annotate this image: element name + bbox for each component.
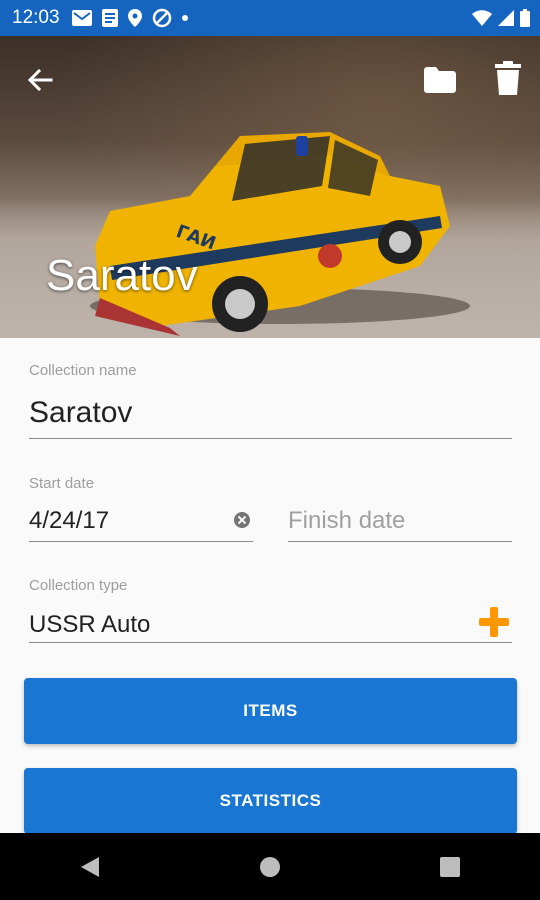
back-icon[interactable] (79, 855, 101, 879)
folder-icon (424, 67, 456, 93)
gmail-icon (71, 10, 92, 26)
finish-date-input[interactable]: Finish date (288, 507, 405, 535)
status-icons-right (472, 0, 530, 36)
signal-icon (498, 10, 514, 26)
collection-title: Saratov (46, 251, 198, 300)
location-icon (127, 9, 142, 27)
items-button[interactable]: ITEMS (24, 678, 517, 744)
collection-name-underline (29, 438, 512, 439)
collection-name-label: Collection name (29, 362, 137, 379)
status-icons-left (71, 8, 188, 28)
document-icon (101, 9, 118, 27)
back-arrow-icon (27, 68, 53, 92)
back-button[interactable] (20, 60, 60, 100)
finish-date-underline (288, 541, 512, 542)
collection-type-label: Collection type (29, 577, 128, 594)
trash-icon (495, 61, 521, 95)
folder-button[interactable] (420, 60, 460, 100)
notification-dot (181, 15, 188, 21)
collection-type-select[interactable]: USSR Auto (29, 611, 150, 639)
clear-circle-icon (234, 512, 250, 528)
status-time: 12:03 (12, 7, 60, 28)
wifi-icon (472, 10, 492, 26)
start-date-underline (29, 541, 253, 542)
add-plus-icon (479, 607, 509, 637)
recents-icon[interactable] (439, 856, 461, 878)
home-icon[interactable] (259, 856, 281, 878)
start-date-label: Start date (29, 475, 95, 492)
system-nav-bar (0, 833, 540, 900)
collection-name-input[interactable]: Saratov (29, 396, 132, 430)
clear-start-date-button[interactable] (232, 510, 252, 530)
start-date-input[interactable]: 4/24/17 (29, 507, 109, 535)
add-collection-type-button[interactable] (476, 604, 512, 640)
status-bar: 12:03 (0, 0, 540, 36)
data-saver-icon (152, 8, 171, 28)
collection-type-underline (29, 642, 512, 643)
statistics-button[interactable]: STATISTICS (24, 768, 517, 834)
delete-button[interactable] (488, 56, 528, 100)
battery-icon (520, 9, 530, 27)
collection-header-image: ГАИ Saratov (0, 36, 540, 338)
